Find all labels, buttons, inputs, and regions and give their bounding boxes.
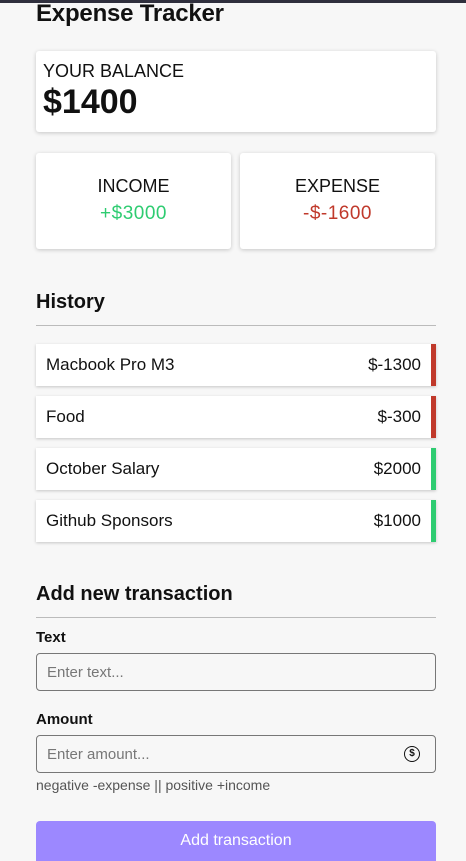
list-item[interactable]: October Salary $2000 <box>36 448 436 490</box>
income-label: INCOME <box>97 176 170 196</box>
add-transaction-button[interactable]: Add transaction <box>36 821 436 861</box>
income-indicator <box>431 500 436 542</box>
list-item[interactable]: Food $-300 <box>36 396 436 438</box>
text-input-wrapper <box>36 653 436 691</box>
transaction-amount: $2000 <box>373 459 421 478</box>
balance-label: YOUR BALANCE <box>43 61 185 81</box>
history-list: Macbook Pro M3 $-1300 Food $-300 October… <box>36 344 436 552</box>
amount-label: Amount <box>36 711 93 728</box>
expense-value: -$-1600 <box>303 203 372 224</box>
history-title: History <box>36 291 105 313</box>
text-input[interactable] <box>37 654 397 690</box>
transaction-text: October Salary <box>46 459 160 478</box>
history-divider <box>36 325 436 326</box>
transaction-text: Macbook Pro M3 <box>46 355 175 374</box>
app-title: Expense Tracker <box>36 0 224 27</box>
expense-indicator <box>431 344 436 386</box>
expense-indicator <box>431 396 436 438</box>
expense-card: EXPENSE -$-1600 <box>240 153 435 249</box>
transaction-text: Github Sponsors <box>46 511 173 530</box>
add-transaction-title: Add new transaction <box>36 583 233 605</box>
list-item[interactable]: Macbook Pro M3 $-1300 <box>36 344 436 386</box>
income-value: +$3000 <box>100 203 167 224</box>
expense-label: EXPENSE <box>294 176 381 196</box>
amount-hint: negative -expense || positive +income <box>36 777 271 793</box>
form-divider <box>36 617 436 618</box>
amount-input-wrapper: $ <box>36 735 436 773</box>
balance-value: $1400 <box>43 83 138 121</box>
text-label: Text <box>36 629 66 646</box>
transaction-text: Food <box>46 407 85 426</box>
list-item[interactable]: Github Sponsors $1000 <box>36 500 436 542</box>
balance-card: YOUR BALANCE $1400 <box>36 51 436 132</box>
dollar-circle-icon: $ <box>404 746 420 762</box>
income-indicator <box>431 448 436 490</box>
income-card: INCOME +$3000 <box>36 153 231 249</box>
transaction-amount: $-300 <box>377 407 421 426</box>
transaction-amount: $1000 <box>373 511 421 530</box>
transaction-amount: $-1300 <box>368 355 421 374</box>
amount-input[interactable] <box>37 736 397 772</box>
